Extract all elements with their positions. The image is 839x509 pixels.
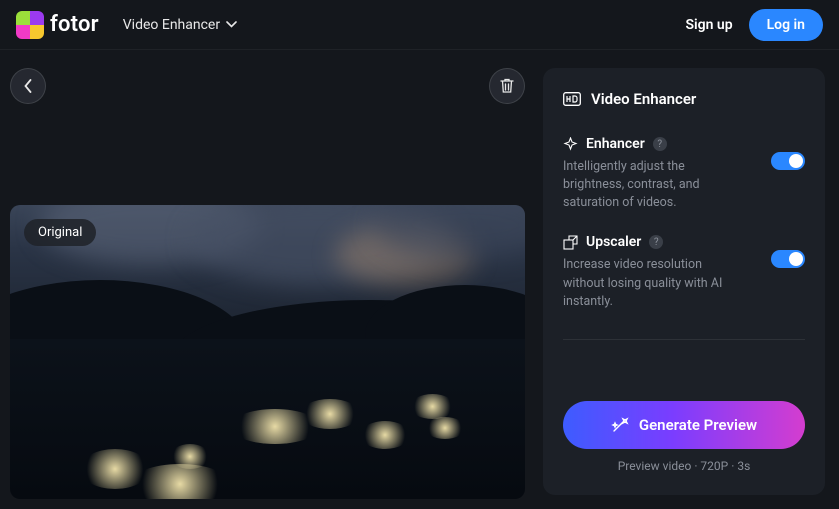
logo-text: fotor [50,12,99,37]
chevron-down-icon [226,21,237,28]
enhancer-title: Enhancer [586,136,645,152]
magic-wand-icon [611,416,629,434]
enhancer-option: Enhancer ? Intelligently adjust the brig… [563,136,805,212]
divider [563,339,805,340]
hd-icon [563,92,581,106]
preview-meta: Preview video · 720P · 3s [563,459,805,473]
enhancer-toggle[interactable] [771,152,805,170]
video-preview[interactable]: Original [10,205,525,499]
upscaler-desc: Increase video resolution without losing… [563,256,743,310]
info-icon[interactable]: ? [653,137,667,151]
panel-title-row: Video Enhancer [563,90,805,108]
trash-icon [500,78,514,94]
login-button[interactable]: Log in [749,9,823,41]
upscaler-toggle[interactable] [771,250,805,268]
tool-selector-label: Video Enhancer [123,17,220,33]
generate-label: Generate Preview [639,416,757,434]
signup-link[interactable]: Sign up [685,17,732,33]
upscale-icon [563,235,578,250]
app-header: fotor Video Enhancer Sign up Log in [0,0,839,50]
back-button[interactable] [10,68,46,104]
original-badge: Original [24,219,96,246]
info-icon[interactable]: ? [649,235,663,249]
enhancer-desc: Intelligently adjust the brightness, con… [563,158,743,212]
chevron-left-icon [24,79,32,93]
generate-preview-button[interactable]: Generate Preview [563,401,805,449]
logo[interactable]: fotor [16,11,99,39]
settings-panel: Video Enhancer Enhancer ? Intelligently … [543,68,825,495]
tool-selector[interactable]: Video Enhancer [123,17,237,33]
delete-button[interactable] [489,68,525,104]
canvas-area: Original [0,50,543,509]
main-content: Original Video Enhancer [0,50,839,509]
upscaler-option: Upscaler ? Increase video resolution wit… [563,234,805,310]
panel-title: Video Enhancer [591,90,696,108]
sparkle-icon [563,137,578,152]
upscaler-title: Upscaler [586,234,641,250]
logo-mark-icon [16,11,44,39]
